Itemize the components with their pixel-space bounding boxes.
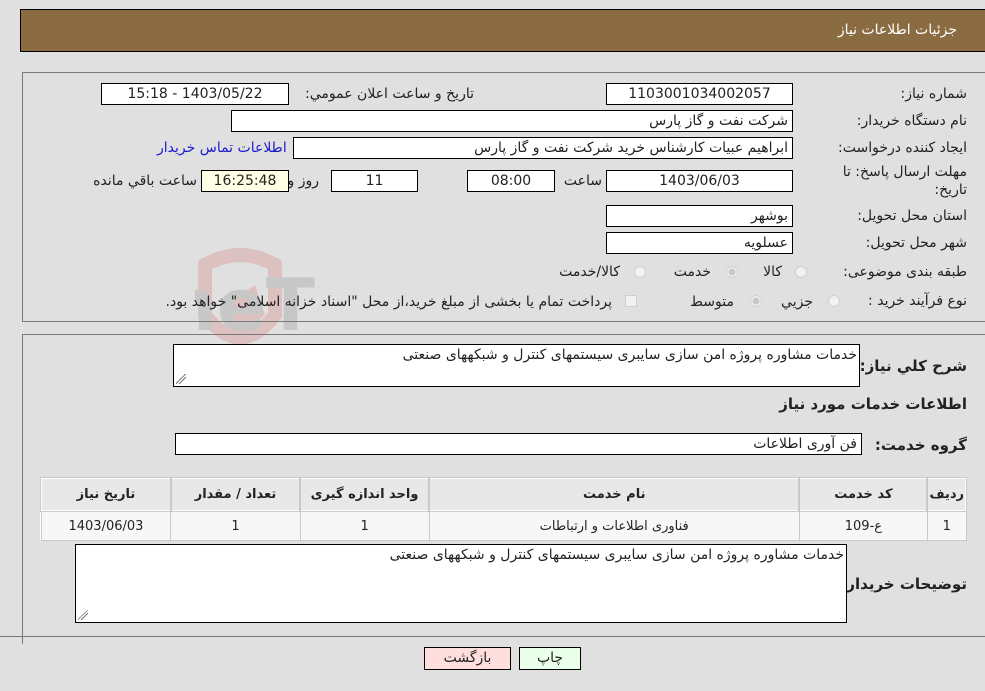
cell-need-date: 1403/06/03 bbox=[40, 510, 172, 541]
service-group-field: فن آوری اطلاعات bbox=[175, 433, 862, 455]
table-header-row: ردیف کد خدمت نام خدمت واحد اندازه گیری ت… bbox=[40, 477, 967, 512]
resize-grip-icon[interactable] bbox=[78, 610, 88, 620]
purchase-type-label: نوع فرآیند خرید : bbox=[868, 293, 967, 309]
purchase-radio-minor[interactable] bbox=[828, 295, 840, 307]
summary-label: شرح كلي نياز: bbox=[859, 357, 967, 375]
deadline-date-field: 1403/06/03 bbox=[606, 170, 793, 192]
need-number-label: شماره نیاز: bbox=[900, 86, 968, 102]
deadline-label-2: تاریخ: bbox=[934, 182, 967, 198]
category-radio-service[interactable] bbox=[726, 266, 738, 278]
requester-label: ایجاد کننده درخواست: bbox=[838, 140, 967, 156]
days-label: روز و bbox=[287, 173, 320, 189]
announce-datetime-field: 1403/05/22 - 15:18 bbox=[101, 83, 289, 105]
requester-field: ابراهیم عبیات کارشناس خرید شرکت نفت و گا… bbox=[293, 137, 793, 159]
services-heading: اطلاعات خدمات مورد نیاز bbox=[779, 395, 967, 413]
announce-datetime-label: تاریخ و ساعت اعلان عمومي: bbox=[305, 86, 474, 102]
cell-quantity: 1 bbox=[170, 510, 301, 541]
cell-service-code: ع-109 bbox=[798, 510, 928, 541]
city-label: شهر محل تحویل: bbox=[865, 235, 967, 251]
back-button[interactable]: بازگشت bbox=[424, 647, 511, 670]
services-table: ردیف کد خدمت نام خدمت واحد اندازه گیری ت… bbox=[40, 477, 967, 541]
summary-textarea[interactable]: خدمات مشاوره پروژه امن سازی سایبری سیستم… bbox=[173, 344, 860, 387]
service-group-label: گروه خدمت: bbox=[874, 436, 967, 454]
col-header-quantity: تعداد / مقدار bbox=[169, 477, 302, 512]
deadline-time-field: 08:00 bbox=[467, 170, 555, 192]
category-label: طبقه بندی موضوعی: bbox=[843, 264, 967, 280]
cell-row-number: 1 bbox=[926, 510, 967, 541]
table-row: 1 ع-109 فناوری اطلاعات و ارتباطات 1 1 14… bbox=[40, 510, 967, 541]
province-label: استان محل تحویل: bbox=[857, 208, 967, 224]
deadline-time-label: ساعت bbox=[563, 173, 602, 189]
purchase-option-minor: جزيي bbox=[781, 294, 813, 310]
col-header-service-name: نام خدمت bbox=[428, 477, 801, 512]
divider bbox=[0, 636, 985, 637]
treasury-note: پرداخت تمام یا بخشی از مبلغ خرید،از محل … bbox=[165, 294, 612, 310]
category-radio-goods[interactable] bbox=[795, 266, 807, 278]
buyer-org-field: شرکت نفت و گاز پارس bbox=[231, 110, 793, 132]
buyer-contact-link[interactable]: اطلاعات تماس خریدار bbox=[157, 140, 287, 156]
province-field: بوشهر bbox=[606, 205, 793, 227]
remaining-time-field: 16:25:48 bbox=[201, 170, 289, 192]
buyer-notes-textarea[interactable]: خدمات مشاوره پروژه امن سازی سایبری سیستم… bbox=[75, 544, 847, 623]
purchase-radio-medium[interactable] bbox=[750, 295, 762, 307]
purchase-option-medium: متوسط bbox=[690, 294, 734, 310]
cell-unit: 1 bbox=[299, 510, 430, 541]
category-option-goods-service: کالا/خدمت bbox=[559, 264, 620, 280]
treasury-checkbox[interactable] bbox=[625, 295, 637, 307]
page-title: جزئیات اطلاعات نیاز bbox=[837, 22, 957, 38]
remaining-label: ساعت باقي مانده bbox=[93, 173, 197, 189]
page-header: جزئیات اطلاعات نیاز bbox=[20, 9, 985, 52]
resize-grip-icon[interactable] bbox=[176, 374, 186, 384]
buyer-notes-text: خدمات مشاوره پروژه امن سازی سایبری سیستم… bbox=[389, 547, 844, 563]
remaining-days-field: 11 bbox=[331, 170, 418, 192]
col-header-need-date: تاریخ نیاز bbox=[40, 477, 172, 512]
category-option-service: خدمت bbox=[673, 264, 711, 280]
city-field: عسلویه bbox=[606, 232, 793, 254]
need-number-field: 1103001034002057 bbox=[606, 83, 793, 105]
cell-service-name: فناوری اطلاعات و ارتباطات bbox=[428, 510, 800, 541]
buyer-notes-label: توضیحات خریدار: bbox=[840, 575, 967, 593]
col-header-unit: واحد اندازه گیری bbox=[299, 477, 431, 512]
summary-text: خدمات مشاوره پروژه امن سازی سایبری سیستم… bbox=[402, 347, 857, 363]
col-header-row-number: ردیف bbox=[926, 477, 967, 512]
print-button[interactable]: چاپ bbox=[519, 647, 581, 670]
deadline-label: مهلت ارسال پاسخ: تا bbox=[842, 164, 967, 180]
category-option-goods: کالا bbox=[763, 264, 782, 280]
col-header-service-code: کد خدمت bbox=[798, 477, 929, 512]
buyer-org-label: نام دستگاه خریدار: bbox=[856, 113, 967, 129]
category-radio-goods-service[interactable] bbox=[634, 266, 646, 278]
